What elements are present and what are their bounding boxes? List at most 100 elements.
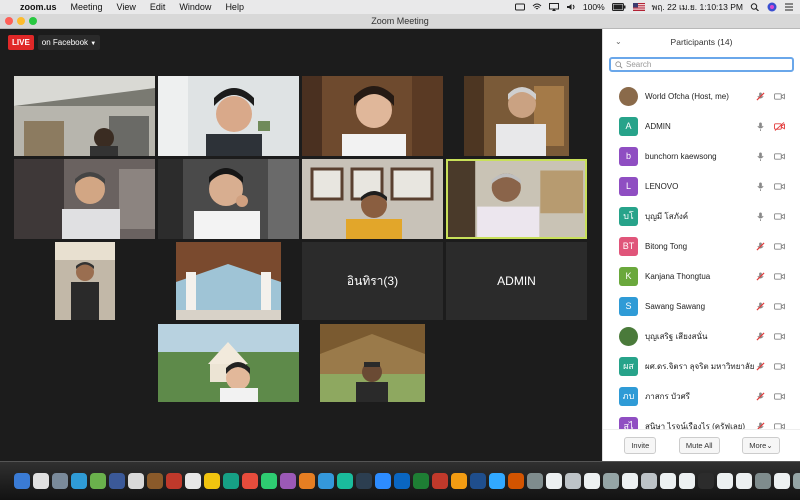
menu-help[interactable]: Help	[225, 2, 244, 12]
zoom-status-icon[interactable]	[514, 3, 525, 11]
dock-app-icon[interactable]	[147, 473, 163, 489]
window-minimize-button[interactable]	[17, 17, 25, 25]
dock-app-icon[interactable]	[717, 473, 733, 489]
microphone-icon[interactable]	[756, 181, 765, 191]
microphone-muted-icon[interactable]	[756, 271, 765, 281]
microphone-muted-icon[interactable]	[756, 421, 765, 430]
microphone-muted-icon[interactable]	[756, 241, 765, 251]
video-tile[interactable]	[302, 159, 443, 239]
menu-view[interactable]: View	[117, 2, 136, 12]
active-speaker-tile[interactable]	[446, 159, 587, 239]
dock-app-icon[interactable]	[261, 473, 277, 489]
window-close-button[interactable]	[5, 17, 13, 25]
participant-row[interactable]: BT Bitong Tong	[603, 231, 800, 261]
dock-app-icon[interactable]	[337, 473, 353, 489]
spotlight-search-icon[interactable]	[750, 3, 760, 11]
menu-window[interactable]: Window	[179, 2, 211, 12]
video-tile[interactable]	[14, 76, 155, 156]
dock-app-icon[interactable]	[774, 473, 790, 489]
dock-app-icon[interactable]	[223, 473, 239, 489]
microphone-muted-icon[interactable]	[756, 331, 765, 341]
participant-row[interactable]: สไ สุนิษา ไรจน์เรืองไร (ครัฟเลย)	[603, 411, 800, 429]
participant-row[interactable]: บโ บุญมี โสภังค์	[603, 201, 800, 231]
video-camera-icon[interactable]	[774, 302, 785, 311]
dock-app-icon[interactable]	[33, 473, 49, 489]
dock-app-icon[interactable]	[280, 473, 296, 489]
menu-meeting[interactable]: Meeting	[71, 2, 103, 12]
video-tile[interactable]	[14, 159, 155, 239]
dock-app-icon[interactable]	[451, 473, 467, 489]
dock-app-icon[interactable]	[470, 473, 486, 489]
name-only-tile[interactable]: อินทิรา(3)	[302, 242, 443, 320]
dock-app-icon[interactable]	[679, 473, 695, 489]
dock-app-icon[interactable]	[508, 473, 524, 489]
dock-app-icon[interactable]	[565, 473, 581, 489]
battery-icon[interactable]	[611, 3, 626, 11]
video-tile[interactable]	[158, 159, 299, 239]
video-tile[interactable]	[55, 242, 115, 320]
dock-app-icon[interactable]	[128, 473, 144, 489]
menu-edit[interactable]: Edit	[150, 2, 166, 12]
dock-app-icon[interactable]	[660, 473, 676, 489]
name-only-tile[interactable]: ADMIN	[446, 242, 587, 320]
dock-app-icon[interactable]	[584, 473, 600, 489]
video-camera-icon[interactable]	[774, 422, 785, 430]
microphone-muted-icon[interactable]	[756, 361, 765, 371]
dock-app-icon[interactable]	[185, 473, 201, 489]
video-tile[interactable]	[302, 76, 443, 156]
dock-app-icon[interactable]	[71, 473, 87, 489]
video-camera-icon[interactable]	[774, 362, 785, 371]
dock-app-icon[interactable]	[793, 473, 800, 489]
dock-app-icon[interactable]	[546, 473, 562, 489]
video-camera-off-icon[interactable]	[774, 121, 785, 131]
video-camera-icon[interactable]	[774, 332, 785, 341]
microphone-icon[interactable]	[756, 121, 765, 131]
participant-row[interactable]: b bunchorn kaewsong	[603, 141, 800, 171]
dock-app-icon[interactable]	[166, 473, 182, 489]
more-button[interactable]: More⌄	[742, 437, 780, 454]
invite-button[interactable]: Invite	[624, 437, 657, 454]
participant-row[interactable]: บุญเสริฐ เสียงสนั่น	[603, 321, 800, 351]
airplay-icon[interactable]	[548, 3, 559, 11]
dock-app-icon[interactable]	[413, 473, 429, 489]
mute-all-button[interactable]: Mute All	[678, 437, 720, 454]
dock-app-icon[interactable]	[622, 473, 638, 489]
participant-row[interactable]: World Ofcha (Host, me)	[603, 81, 800, 111]
video-tile[interactable]	[176, 242, 281, 320]
microphone-icon[interactable]	[756, 211, 765, 221]
participant-row[interactable]: A ADMIN	[603, 111, 800, 141]
microphone-icon[interactable]	[756, 151, 765, 161]
menubar-datetime[interactable]: พฤ. 22 เม.ย. 1:10:13 PM	[652, 0, 743, 14]
app-menu-zoom[interactable]: zoom.us	[20, 2, 57, 12]
microphone-muted-icon[interactable]	[756, 91, 765, 101]
video-camera-icon[interactable]	[774, 242, 785, 251]
dock-app-icon[interactable]	[52, 473, 68, 489]
participant-row[interactable]: S Sawang Sawang	[603, 291, 800, 321]
siri-icon[interactable]	[767, 2, 777, 12]
participant-row[interactable]: L LENOVO	[603, 171, 800, 201]
participant-row[interactable]: K Kanjana Thongtua	[603, 261, 800, 291]
video-camera-icon[interactable]	[774, 272, 785, 281]
dock-app-icon[interactable]	[375, 473, 391, 489]
dock-app-icon[interactable]	[527, 473, 543, 489]
video-camera-icon[interactable]	[774, 212, 785, 221]
dock-app-icon[interactable]	[432, 473, 448, 489]
video-camera-icon[interactable]	[774, 392, 785, 401]
dock-app-icon[interactable]	[698, 473, 714, 489]
flag-icon[interactable]	[632, 3, 645, 11]
video-tile[interactable]	[320, 324, 425, 402]
dock-app-icon[interactable]	[394, 473, 410, 489]
participant-row[interactable]: ผส ผศ.ดร.จิตรา ลุจริต มหาวิทยาลัย...	[603, 351, 800, 381]
live-indicator[interactable]: LIVE on Facebook ▼	[8, 35, 101, 50]
video-tile[interactable]	[158, 76, 299, 156]
dock-app-icon[interactable]	[736, 473, 752, 489]
dock-app-icon[interactable]	[14, 473, 30, 489]
dock-app-icon[interactable]	[90, 473, 106, 489]
dock-app-icon[interactable]	[356, 473, 372, 489]
dock-app-icon[interactable]	[489, 473, 505, 489]
dock-app-icon[interactable]	[603, 473, 619, 489]
dock-app-icon[interactable]	[755, 473, 771, 489]
volume-icon[interactable]	[566, 3, 576, 11]
participants-search-input[interactable]: Search	[609, 57, 794, 72]
live-destination[interactable]: on Facebook ▼	[37, 35, 101, 50]
